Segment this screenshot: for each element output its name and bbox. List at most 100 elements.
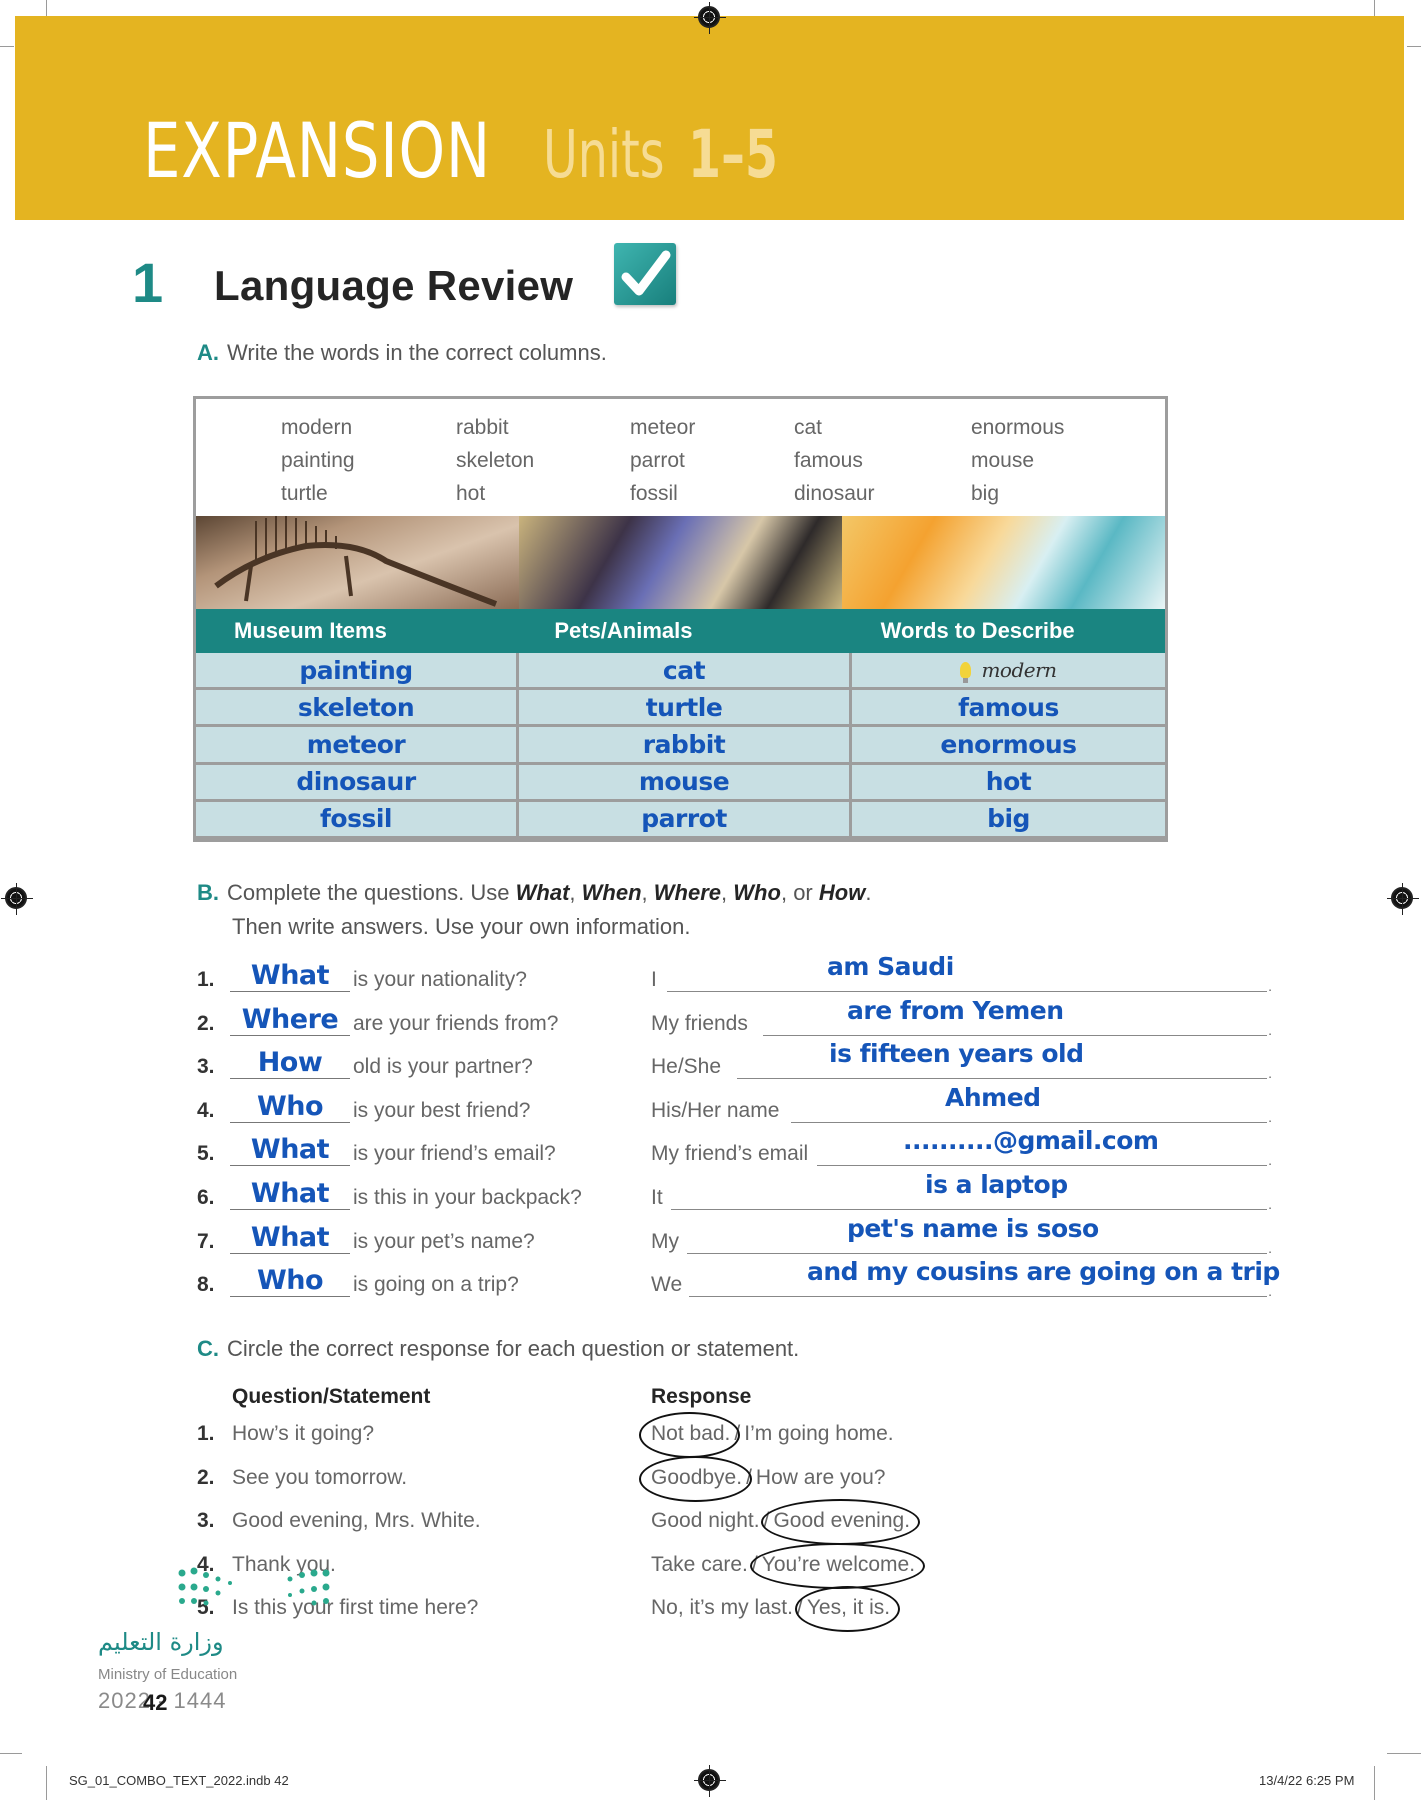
conjunction: or xyxy=(793,880,813,905)
response-option[interactable]: No, it’s my last. xyxy=(651,1596,793,1620)
item-number: 1. xyxy=(197,1422,215,1445)
abstract-painting-image xyxy=(842,516,1165,609)
table-cell: hot xyxy=(852,765,1165,802)
fish-image xyxy=(519,516,842,609)
checkmark-icon xyxy=(614,243,676,305)
response-option[interactable]: Goodbye. xyxy=(638,1455,753,1502)
response-line[interactable] xyxy=(687,1252,1267,1254)
section-number: 1 xyxy=(132,251,164,314)
word-bank-item: modern xyxy=(281,416,353,439)
response-options: Take care. / You’re welcome. xyxy=(651,1542,926,1589)
table-cell: big xyxy=(852,802,1165,839)
answer-prefix: He/She xyxy=(651,1055,722,1079)
instruction-text: Circle the correct response for each que… xyxy=(227,1336,800,1361)
period: . xyxy=(1268,1021,1272,1038)
keyword: What xyxy=(515,880,570,905)
word-bank-item: famous xyxy=(794,449,863,472)
ministry-name-english: Ministry of Education xyxy=(98,1666,238,1683)
response-line[interactable] xyxy=(737,1078,1267,1080)
item-number: 1. xyxy=(197,968,215,991)
column-header: Words to Describe xyxy=(880,618,1075,643)
written-response: Ahmed xyxy=(945,1082,1041,1112)
response-option[interactable]: You’re welcome. xyxy=(749,1542,926,1589)
title-range: 1–5 xyxy=(688,116,778,193)
response-line[interactable] xyxy=(763,1034,1267,1036)
wh-word-answer: Who xyxy=(256,1090,324,1122)
ministry-logo-icon xyxy=(178,1567,330,1606)
registration-mark-icon xyxy=(1,883,33,915)
response-option[interactable]: How are you? xyxy=(756,1466,886,1490)
section-title: Language Review xyxy=(214,262,574,309)
answer-blank[interactable] xyxy=(230,1078,350,1080)
part-letter: A. xyxy=(197,340,219,365)
written-response: and my cousins are going on a trip xyxy=(807,1257,1280,1287)
response-option[interactable]: Good night. xyxy=(651,1509,760,1533)
answer-blank[interactable] xyxy=(230,1209,350,1210)
crop-mark xyxy=(1407,46,1421,47)
separator: , xyxy=(641,880,648,905)
item-number: 4. xyxy=(197,1098,215,1122)
question-text: is your nationality? xyxy=(353,968,527,991)
response-option[interactable]: I’m going home. xyxy=(744,1422,893,1446)
question-text: Good evening, Mrs. White. xyxy=(232,1509,481,1533)
word-bank-item: fossil xyxy=(630,482,678,505)
question-row: 1. What is your nationality? I. am Saudi xyxy=(197,952,1277,1000)
question-text: How’s it going? xyxy=(232,1422,375,1445)
table-cell: enormous xyxy=(852,727,1165,765)
answer-blank[interactable] xyxy=(230,991,350,992)
response-line[interactable] xyxy=(689,1296,1267,1298)
ministry-name-arabic: وزارة التعليم xyxy=(98,1628,224,1656)
response-option[interactable]: Yes, it is. xyxy=(794,1586,901,1633)
question-text: are your friends from? xyxy=(353,1011,559,1035)
answer-blank[interactable] xyxy=(230,1296,350,1298)
title-expansion: EXPANSION xyxy=(143,106,492,195)
table-cell: mouse xyxy=(519,764,852,802)
column-header-response: Response xyxy=(651,1385,752,1408)
wh-word-answer: What xyxy=(250,1134,330,1166)
response-option[interactable]: Good evening. xyxy=(761,1499,920,1546)
response-option[interactable]: Not bad. xyxy=(638,1412,741,1458)
word-bank-item: cat xyxy=(794,416,823,439)
answer-blank[interactable] xyxy=(230,1121,350,1123)
word-bank-item: mouse xyxy=(971,449,1035,472)
table-cell: cat xyxy=(519,653,852,691)
answer-blank[interactable] xyxy=(230,1252,350,1254)
table-cell: rabbit xyxy=(519,727,852,765)
written-response: pet's name is soso xyxy=(847,1213,1099,1243)
answer-prefix: It xyxy=(651,1186,663,1209)
period: . xyxy=(1268,1065,1272,1082)
response-line[interactable] xyxy=(817,1165,1267,1167)
table-body: painting cat modern skeleton turtle famo… xyxy=(196,653,1165,839)
response-line[interactable] xyxy=(671,1209,1267,1210)
word-bank-item: skeleton xyxy=(456,449,535,472)
answer-prefix: His/Her name xyxy=(651,1098,780,1122)
word-bank-item: big xyxy=(971,482,1000,505)
crop-mark xyxy=(0,1753,22,1754)
table-cell: meteor xyxy=(196,727,519,765)
question-text: See you tomorrow. xyxy=(232,1465,408,1489)
wh-word-answer: How xyxy=(257,1047,323,1079)
question-row: 5. What is your friend’s email? My friend’s… xyxy=(197,1126,1277,1174)
answer-blank[interactable] xyxy=(230,1034,350,1036)
crop-mark xyxy=(1387,1753,1421,1754)
response-line[interactable] xyxy=(791,1121,1267,1123)
written-response: am Saudi xyxy=(827,952,954,981)
response-option[interactable]: Take care. xyxy=(651,1553,748,1577)
written-response: is a laptop xyxy=(925,1170,1068,1199)
dinosaur-skeleton-image xyxy=(196,516,519,609)
response-row: 3. Good evening, Mrs. White. Good night. / G… xyxy=(197,1499,1097,1546)
page-number: 42 xyxy=(143,1690,168,1715)
response-row: 1. How’s it going? Not bad. / I’m going home… xyxy=(197,1412,1097,1458)
response-line[interactable] xyxy=(667,991,1267,992)
image-strip xyxy=(196,516,1165,609)
answer-blank[interactable] xyxy=(230,1165,350,1167)
question-text: is going on a trip? xyxy=(353,1273,519,1297)
answer-prefix: We xyxy=(651,1273,683,1297)
response-options: Not bad. / I’m going home. xyxy=(638,1412,894,1458)
separator: , xyxy=(721,880,728,905)
word-bank-item: parrot xyxy=(630,449,685,472)
wh-word-answer: Who xyxy=(256,1265,324,1297)
part-letter: B. xyxy=(197,880,219,905)
table-cell: famous xyxy=(852,690,1165,728)
item-number: 7. xyxy=(197,1229,215,1253)
